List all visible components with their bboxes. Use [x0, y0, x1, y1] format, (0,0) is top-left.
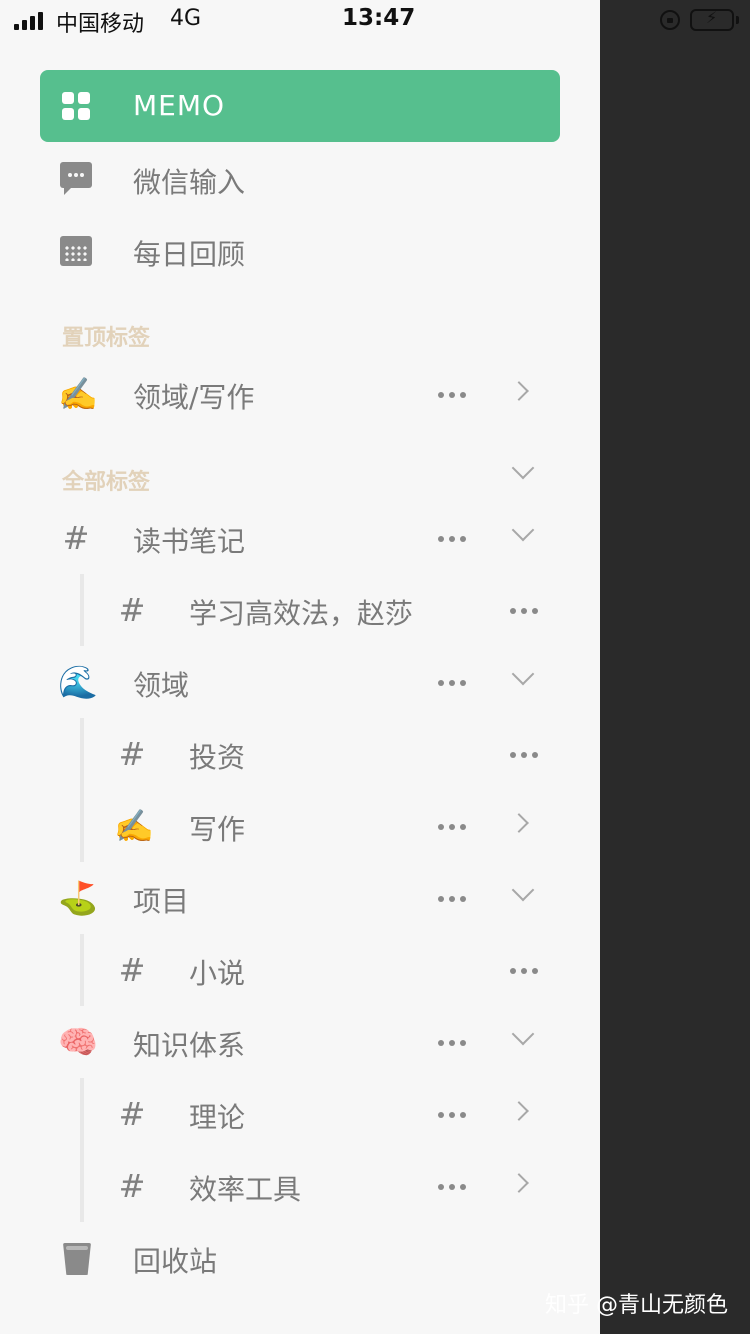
more-icon[interactable]	[438, 1040, 466, 1046]
chevron-down-icon[interactable]	[511, 878, 535, 902]
more-icon[interactable]	[438, 896, 466, 902]
writing-hand-icon: ✍️	[114, 807, 154, 845]
menu-item-memo[interactable]: MEMO	[40, 70, 560, 142]
menu-item-label: MEMO	[133, 89, 226, 122]
chevron-right-icon[interactable]	[509, 1173, 529, 1193]
calendar-icon	[60, 236, 92, 266]
tag-label: 知识体系	[133, 1029, 246, 1062]
hash-icon: #	[118, 1167, 146, 1205]
more-icon[interactable]	[510, 752, 538, 758]
tag-row[interactable]: 🌊 领域	[0, 646, 600, 718]
tag-row[interactable]: # 效率工具	[0, 1150, 600, 1222]
battery-tip	[736, 16, 739, 24]
tag-label: 读书笔记	[133, 525, 246, 558]
network-label: 4G	[170, 6, 202, 31]
tag-label: 写作	[189, 813, 246, 846]
chevron-down-icon[interactable]	[511, 518, 535, 542]
more-icon[interactable]	[510, 608, 538, 614]
chevron-down-icon[interactable]	[511, 662, 535, 686]
tag-row[interactable]: # 学习高效法，赵莎	[0, 574, 600, 646]
more-icon[interactable]	[438, 824, 466, 830]
battery-icon	[690, 9, 734, 31]
chevron-right-icon[interactable]	[509, 813, 529, 833]
more-icon[interactable]	[438, 1184, 466, 1190]
tag-row[interactable]: # 投资	[0, 718, 600, 790]
tag-label: 投资	[189, 741, 246, 774]
clock: 13:47	[342, 5, 416, 31]
tag-label: 领域	[133, 669, 190, 702]
watermark: 知乎 @青山无颜色	[545, 1293, 728, 1318]
hash-icon: #	[118, 1095, 146, 1133]
more-icon[interactable]	[438, 536, 466, 542]
hash-icon: #	[118, 951, 146, 989]
pinned-tag-row[interactable]: ✍️ 领域/写作	[0, 358, 600, 430]
more-icon[interactable]	[438, 1112, 466, 1118]
tag-label: 小说	[189, 957, 246, 990]
chevron-right-icon[interactable]	[509, 1101, 529, 1121]
tag-label: 领域/写作	[133, 381, 255, 414]
hash-icon: #	[118, 591, 146, 629]
tag-row[interactable]: ⛳ 项目	[0, 862, 600, 934]
writing-hand-icon: ✍️	[58, 375, 98, 413]
tag-label: 学习高效法，赵莎	[189, 597, 414, 630]
chat-bubble-icon	[60, 162, 92, 195]
hash-icon: #	[118, 735, 146, 773]
menu-item-label: 每日回顾	[133, 238, 246, 271]
more-icon[interactable]	[438, 680, 466, 686]
tag-row[interactable]: # 读书笔记	[0, 502, 600, 574]
rotation-lock-icon	[660, 10, 680, 30]
chevron-down-icon[interactable]	[511, 456, 535, 480]
dim-overlay[interactable]	[600, 0, 750, 1334]
brain-icon: 🧠	[58, 1023, 98, 1061]
grid-icon	[62, 92, 90, 120]
chevron-down-icon[interactable]	[511, 1022, 535, 1046]
tag-label: 理论	[189, 1101, 246, 1134]
tag-label: 项目	[133, 885, 190, 918]
tag-row[interactable]: # 理论	[0, 1078, 600, 1150]
wave-icon: 🌊	[58, 663, 98, 701]
chevron-right-icon[interactable]	[509, 381, 529, 401]
status-bar: 中国移动 4G 13:47	[0, 0, 750, 40]
menu-item-label: 回收站	[133, 1245, 218, 1278]
hash-icon: #	[62, 519, 90, 557]
section-header-pinned: 置顶标签	[62, 326, 151, 351]
more-icon[interactable]	[510, 968, 538, 974]
golf-flag-icon: ⛳	[58, 879, 98, 917]
signal-icon	[14, 10, 43, 30]
tag-row[interactable]: # 小说	[0, 934, 600, 1006]
carrier-label: 中国移动	[56, 12, 145, 37]
section-header-all: 全部标签	[62, 470, 151, 495]
menu-item-label: 微信输入	[133, 166, 246, 199]
trash-icon	[63, 1243, 91, 1275]
menu-item-trash[interactable]: 回收站	[0, 1222, 600, 1294]
more-icon[interactable]	[438, 392, 466, 398]
tag-row[interactable]: ✍️ 写作	[0, 790, 600, 862]
tag-row[interactable]: 🧠 知识体系	[0, 1006, 600, 1078]
tag-label: 效率工具	[189, 1173, 302, 1206]
